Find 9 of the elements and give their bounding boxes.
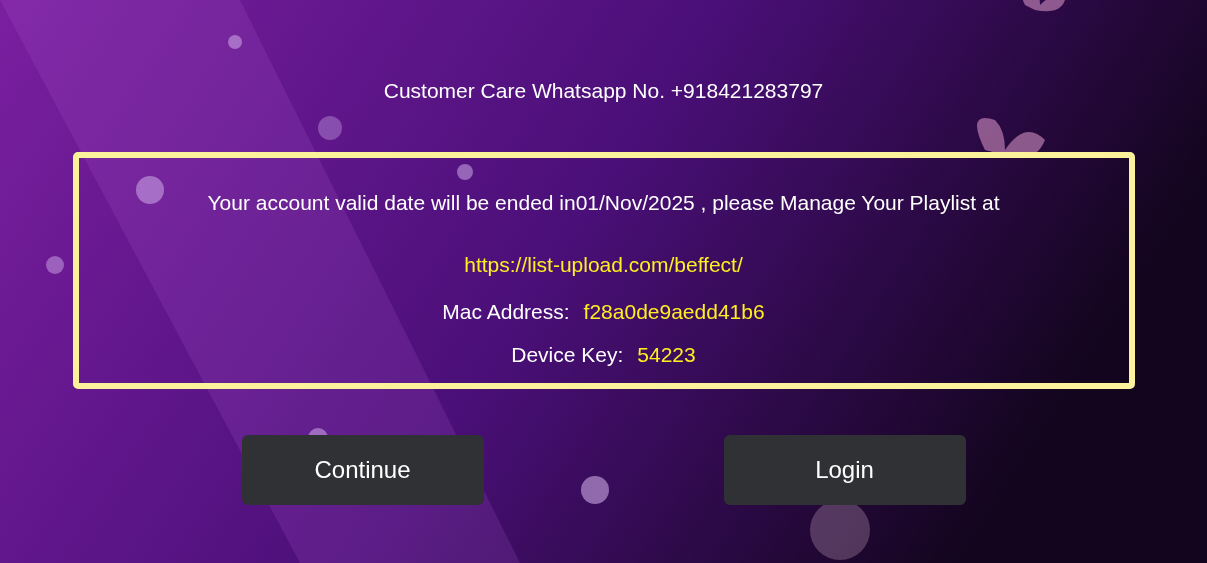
field-label: Device Key: [511, 342, 624, 368]
action-button[interactable]: Continue [241, 435, 484, 505]
contact-text: Customer Care Whatsapp No. +918421283797 [383, 78, 824, 104]
action-button[interactable]: Login [723, 435, 966, 505]
playlist-link[interactable]: https://list-upload.com/beffect/ [464, 252, 743, 278]
field-value: f28a0de9aedd41b6 [583, 299, 765, 325]
field-label: Mac Address: [442, 299, 570, 325]
field-value: 54223 [637, 342, 696, 368]
account-message: Your account valid date will be ended in01/Nov/2025 , please Manage Your Playlist at [207, 190, 1000, 216]
